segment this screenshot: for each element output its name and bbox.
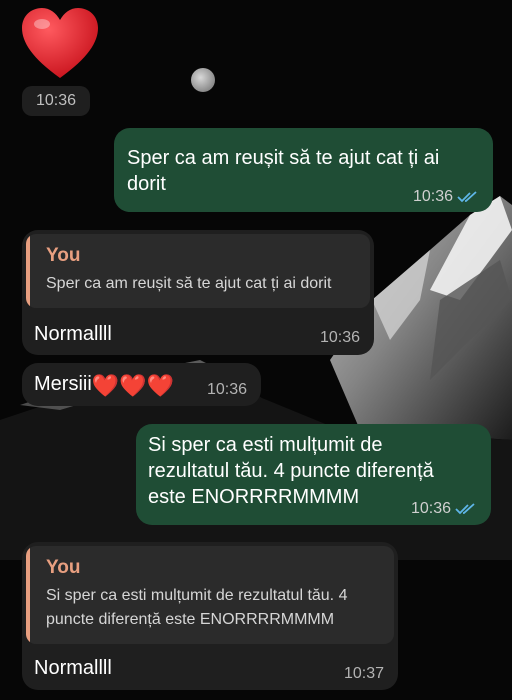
quote-accent-bar bbox=[26, 546, 30, 644]
message-time: 10:36 bbox=[206, 381, 247, 398]
quote-accent-bar bbox=[26, 234, 30, 308]
red-heart-icon[interactable] bbox=[22, 8, 98, 80]
message-time: 10:37 bbox=[343, 665, 384, 682]
quote-author: You bbox=[46, 245, 81, 266]
message-meta: 10:36 bbox=[411, 500, 477, 518]
message-time: 10:36 bbox=[410, 500, 451, 517]
message-meta: 10:36 bbox=[413, 188, 479, 206]
heart-emoji-icon: ❤️❤️❤️ bbox=[91, 373, 174, 398]
message-timestamp: 10:36 bbox=[22, 86, 90, 116]
incoming-message[interactable]: You Si sper ca esti mulțumit de rezultat… bbox=[22, 542, 398, 690]
outgoing-message[interactable]: Si sper ca esti mulțumit de rezultatul t… bbox=[136, 424, 491, 525]
message-text-row: Mersiii❤️❤️❤️ bbox=[34, 371, 174, 399]
quoted-message[interactable]: You Si sper ca esti mulțumit de rezultat… bbox=[26, 546, 394, 644]
quoted-message[interactable]: You Sper ca am reușit să te ajut cat ți … bbox=[26, 234, 370, 308]
message-text: Mersiii bbox=[34, 373, 92, 395]
message-time: 10:36 bbox=[412, 188, 453, 205]
double-check-read-icon bbox=[455, 503, 475, 515]
quote-text: Si sper ca esti mulțumit de rezultatul t… bbox=[46, 587, 348, 628]
double-check-read-icon bbox=[457, 191, 477, 203]
outgoing-message[interactable]: Sper ca am reușit să te ajut cat ți ai d… bbox=[114, 128, 493, 212]
moon-icon bbox=[191, 68, 215, 92]
quote-author: You bbox=[46, 557, 81, 578]
message-text: Normallll bbox=[34, 657, 112, 679]
quote-text: Sper ca am reușit să te ajut cat ți ai d… bbox=[46, 275, 332, 292]
message-text: Si sper ca esti mulțumit de rezultatul t… bbox=[148, 434, 434, 508]
message-text: Normallll bbox=[34, 323, 112, 345]
incoming-message[interactable]: You Sper ca am reușit să te ajut cat ți … bbox=[22, 230, 374, 355]
message-time: 10:36 bbox=[319, 329, 360, 346]
incoming-message[interactable]: Mersiii❤️❤️❤️ 10:36 bbox=[22, 363, 261, 406]
